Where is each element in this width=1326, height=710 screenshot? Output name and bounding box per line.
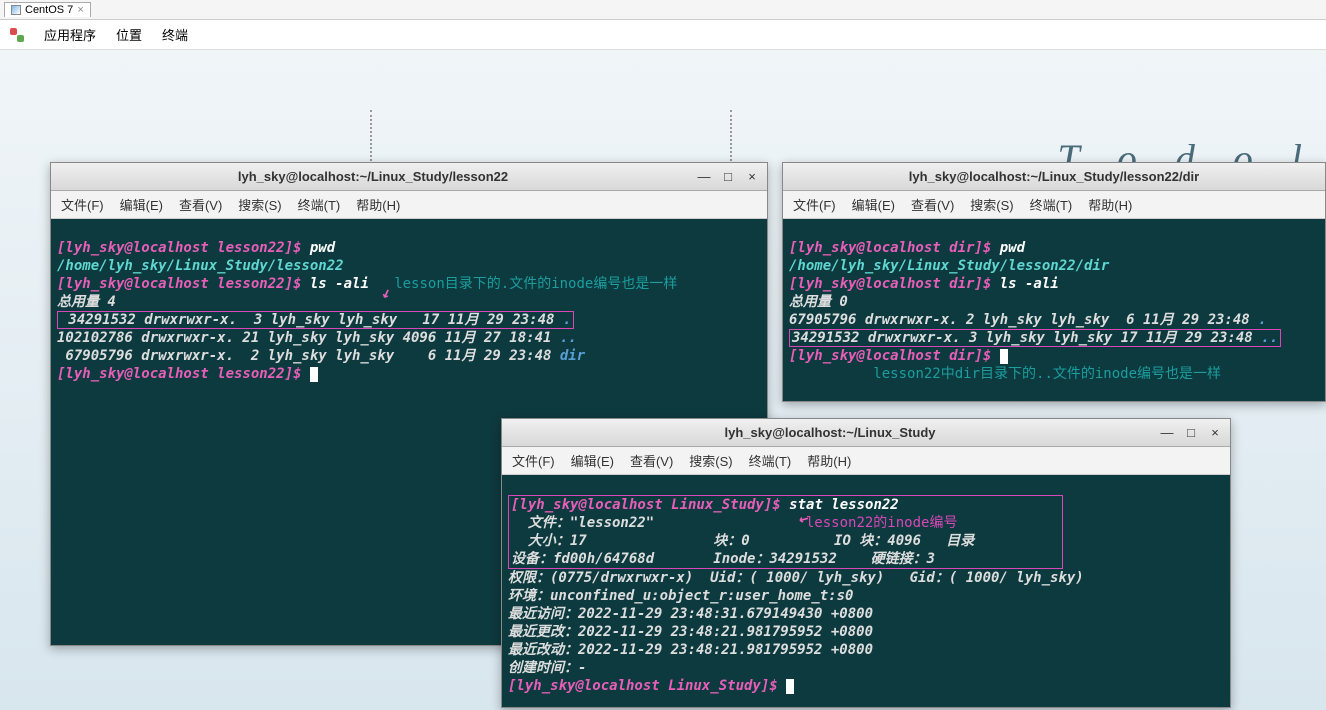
- menu-places[interactable]: 位置: [116, 25, 142, 44]
- command: ls -ali: [310, 276, 369, 292]
- output-row: 67905796 drwxrwxr-x. 2 lyh_sky lyh_sky 6…: [57, 348, 560, 364]
- annotation: lesson22中dir目录下的..文件的inode编号也是一样: [873, 366, 1221, 382]
- close-icon[interactable]: ×: [1206, 424, 1224, 442]
- annotation: lesson22的inode编号: [806, 515, 958, 531]
- menu-edit[interactable]: 编辑(E): [120, 195, 163, 214]
- minimize-icon[interactable]: —: [695, 168, 713, 186]
- output: 最近更改：2022-11-29 23:48:21.981795952 +0800: [508, 624, 873, 640]
- output-row: 34291532 drwxrwxr-x. 3 lyh_sky lyh_sky 1…: [60, 312, 563, 328]
- terminal-body[interactable]: [lyh_sky@localhost Linux_Study]$ stat le…: [502, 475, 1230, 707]
- output: 最近改动：2022-11-29 23:48:21.981795952 +0800: [508, 642, 873, 658]
- output: 设备：fd00h/64768d Inode：34291532 硬链接：3: [511, 551, 935, 567]
- output: 总用量 4: [57, 294, 116, 310]
- menu-view[interactable]: 查看(V): [630, 451, 673, 470]
- titlebar[interactable]: lyh_sky@localhost:~/Linux_Study/lesson22…: [783, 163, 1325, 191]
- output-row: 67905796 drwxrwxr-x. 2 lyh_sky lyh_sky 6…: [789, 312, 1258, 328]
- dir-name: ..: [1261, 330, 1278, 346]
- terminal-menubar: 文件(F) 编辑(E) 查看(V) 搜索(S) 终端(T) 帮助(H): [502, 447, 1230, 475]
- annotation: lesson目录下的.文件的inode编号也是一样: [394, 276, 677, 292]
- menu-view[interactable]: 查看(V): [911, 195, 954, 214]
- terminal-menubar: 文件(F) 编辑(E) 查看(V) 搜索(S) 终端(T) 帮助(H): [51, 191, 767, 219]
- close-icon[interactable]: ×: [77, 4, 83, 16]
- dir-name: dir: [560, 348, 585, 364]
- menu-view[interactable]: 查看(V): [179, 195, 222, 214]
- output-row: 34291532 drwxrwxr-x. 3 lyh_sky lyh_sky 1…: [792, 330, 1261, 346]
- arrow-icon: ↙: [378, 282, 393, 302]
- apps-icon: [10, 28, 24, 42]
- titlebar[interactable]: lyh_sky@localhost:~/Linux_Study — □ ×: [502, 419, 1230, 447]
- output: 最近访问：2022-11-29 23:48:31.679149430 +0800: [508, 606, 873, 622]
- titlebar[interactable]: lyh_sky@localhost:~/Linux_Study/lesson22…: [51, 163, 767, 191]
- menu-search[interactable]: 搜索(S): [689, 451, 732, 470]
- cursor: [1000, 349, 1008, 364]
- output: /home/lyh_sky/Linux_Study/lesson22: [57, 258, 344, 274]
- command: pwd: [310, 240, 335, 256]
- menu-help[interactable]: 帮助(H): [356, 195, 400, 214]
- minimize-icon[interactable]: —: [1158, 424, 1176, 442]
- dir-name: .: [563, 312, 571, 328]
- menu-terminal[interactable]: 终端(T): [749, 451, 792, 470]
- vm-tab-bar: CentOS 7 ×: [0, 0, 1326, 20]
- maximize-icon[interactable]: □: [719, 168, 737, 186]
- dir-name: ..: [560, 330, 577, 346]
- menu-help[interactable]: 帮助(H): [1088, 195, 1132, 214]
- window-title: lyh_sky@localhost:~/Linux_Study: [508, 425, 1152, 440]
- output: 环境：unconfined_u:object_r:user_home_t:s0: [508, 588, 853, 604]
- menu-applications[interactable]: 应用程序: [44, 25, 96, 44]
- terminal-body[interactable]: [lyh_sky@localhost dir]$ pwd /home/lyh_s…: [783, 219, 1325, 401]
- window-title: lyh_sky@localhost:~/Linux_Study/lesson22: [57, 169, 689, 184]
- command: ls -ali: [1000, 276, 1059, 292]
- terminal-window-3: lyh_sky@localhost:~/Linux_Study — □ × 文件…: [501, 418, 1231, 708]
- prompt: [lyh_sky@localhost dir]$: [789, 276, 1000, 292]
- menu-edit[interactable]: 编辑(E): [852, 195, 895, 214]
- output: 大小：17 块：0 IO 块：4096 目录: [511, 533, 974, 549]
- close-icon[interactable]: ×: [743, 168, 761, 186]
- vm-tab[interactable]: CentOS 7 ×: [4, 2, 91, 17]
- prompt: [lyh_sky@localhost Linux_Study]$: [511, 497, 789, 513]
- prompt: [lyh_sky@localhost dir]$: [789, 240, 1000, 256]
- maximize-icon[interactable]: □: [1182, 424, 1200, 442]
- terminal-menubar: 文件(F) 编辑(E) 查看(V) 搜索(S) 终端(T) 帮助(H): [783, 191, 1325, 219]
- menu-search[interactable]: 搜索(S): [238, 195, 281, 214]
- output: 创建时间：-: [508, 660, 586, 676]
- cursor: [310, 367, 318, 382]
- menu-file[interactable]: 文件(F): [793, 195, 836, 214]
- dir-name: .: [1258, 312, 1266, 328]
- output: /home/lyh_sky/Linux_Study/lesson22/dir: [789, 258, 1109, 274]
- output: 权限：(0775/drwxrwxr-x) Uid：( 1000/ lyh_sky…: [508, 570, 1084, 586]
- prompt: [lyh_sky@localhost Linux_Study]$: [508, 678, 786, 694]
- menu-file[interactable]: 文件(F): [61, 195, 104, 214]
- menu-help[interactable]: 帮助(H): [807, 451, 851, 470]
- vm-tab-name: CentOS 7: [25, 4, 73, 16]
- window-title: lyh_sky@localhost:~/Linux_Study/lesson22…: [789, 169, 1319, 184]
- prompt: [lyh_sky@localhost lesson22]$: [57, 366, 310, 382]
- menu-terminal[interactable]: 终端(T): [1030, 195, 1073, 214]
- menu-file[interactable]: 文件(F): [512, 451, 555, 470]
- output: 文件："lesson22": [511, 515, 654, 531]
- prompt: [lyh_sky@localhost dir]$: [789, 348, 1000, 364]
- prompt: [lyh_sky@localhost lesson22]$: [57, 276, 310, 292]
- terminal-window-2: lyh_sky@localhost:~/Linux_Study/lesson22…: [782, 162, 1326, 402]
- menu-terminal[interactable]: 终端: [162, 25, 188, 44]
- vm-icon: [11, 5, 21, 15]
- output: 总用量 0: [789, 294, 848, 310]
- prompt: [lyh_sky@localhost lesson22]$: [57, 240, 310, 256]
- cursor: [786, 679, 794, 694]
- gnome-menubar: 应用程序 位置 终端: [0, 20, 1326, 50]
- menu-edit[interactable]: 编辑(E): [571, 451, 614, 470]
- menu-terminal[interactable]: 终端(T): [298, 195, 341, 214]
- command: pwd: [1000, 240, 1025, 256]
- output-row: 102102786 drwxrwxr-x. 21 lyh_sky lyh_sky…: [57, 330, 560, 346]
- menu-search[interactable]: 搜索(S): [970, 195, 1013, 214]
